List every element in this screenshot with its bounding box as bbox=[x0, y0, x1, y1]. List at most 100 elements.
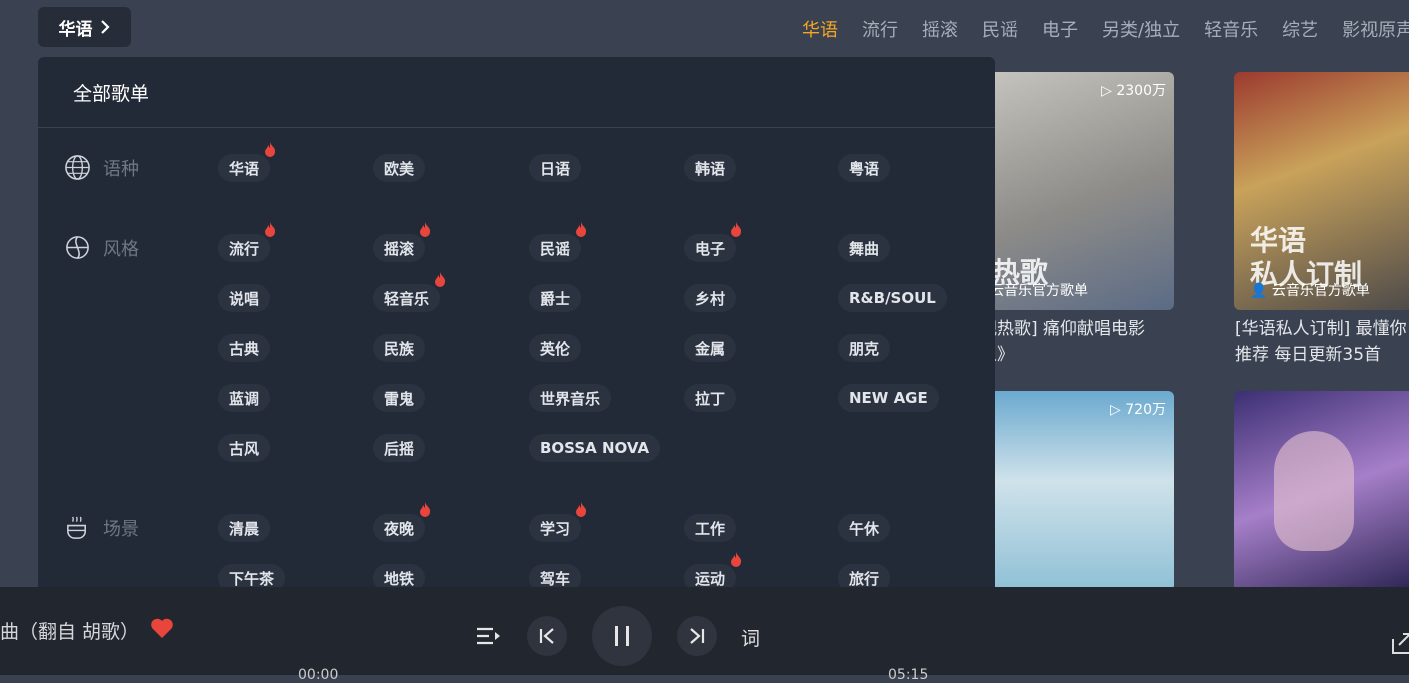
divider bbox=[38, 127, 995, 128]
hot-flame-icon bbox=[435, 272, 446, 287]
top-bar: 华语 华语 流行 摇滚 民谣 电子 另类/独立 轻音乐 综艺 影视原声 bbox=[0, 0, 1409, 56]
heart-icon[interactable] bbox=[150, 617, 174, 639]
tag[interactable]: 流行 bbox=[218, 222, 276, 262]
playlist-owner: 👤 云音乐官方歌单 bbox=[1250, 283, 1370, 299]
tag[interactable]: 学习 bbox=[529, 502, 587, 542]
play-count: ▷ 2300万 bbox=[1101, 83, 1166, 99]
tag[interactable]: 粤语 bbox=[838, 154, 891, 182]
tag-label: 拉丁 bbox=[695, 389, 726, 408]
globe-icon bbox=[65, 155, 90, 180]
nav-item[interactable]: 摇滚 bbox=[922, 16, 958, 42]
tag[interactable]: 拉丁 bbox=[684, 384, 737, 412]
playlist-title[interactable]: 视热歌] 痛仰献唱电影 人》 bbox=[980, 316, 1145, 368]
nav-item[interactable]: 轻音乐 bbox=[1204, 16, 1258, 42]
tag-label: 流行 bbox=[229, 239, 260, 258]
tag[interactable]: 民族 bbox=[373, 334, 426, 362]
playlist-card[interactable]: 华语 私人订制 👤 云音乐官方歌单 bbox=[1234, 72, 1409, 310]
chevron-right-icon bbox=[100, 20, 110, 34]
section-label-style: 风格 bbox=[64, 234, 139, 261]
pause-button[interactable] bbox=[592, 606, 652, 666]
tag-label: 朋克 bbox=[849, 339, 880, 358]
tag[interactable]: 乡村 bbox=[684, 284, 737, 312]
tag[interactable]: 摇滚 bbox=[373, 222, 431, 262]
tag-label: R&B/SOUL bbox=[849, 289, 936, 307]
tag[interactable]: 电子 bbox=[684, 222, 742, 262]
tag-label: 蓝调 bbox=[229, 389, 260, 408]
tag-label: 民族 bbox=[384, 339, 415, 358]
tag[interactable]: 轻音乐 bbox=[373, 272, 446, 312]
tag-label: 下午茶 bbox=[229, 569, 275, 588]
time-current: 00:00 bbox=[298, 667, 339, 683]
lyric-button[interactable]: 词 bbox=[741, 624, 760, 651]
tag[interactable]: 古典 bbox=[218, 334, 271, 362]
tag-label: 舞曲 bbox=[849, 239, 880, 258]
song-title[interactable]: 曲（翻自 胡歌） bbox=[0, 617, 139, 644]
tag[interactable]: 蓝调 bbox=[218, 384, 271, 412]
tag[interactable]: 日语 bbox=[529, 154, 582, 182]
tag-label: 爵士 bbox=[540, 289, 571, 308]
tag-label: 华语 bbox=[229, 159, 260, 178]
tag[interactable]: 说唱 bbox=[218, 284, 271, 312]
time-total: 05:15 bbox=[888, 667, 929, 683]
tag-label: 日语 bbox=[540, 159, 571, 178]
hot-flame-icon bbox=[265, 222, 276, 237]
tag-label: 地铁 bbox=[384, 569, 415, 588]
style-icon bbox=[66, 236, 89, 259]
section-label-language: 语种 bbox=[64, 154, 139, 181]
tag[interactable]: 后摇 bbox=[373, 434, 426, 462]
player-bar: 曲（翻自 胡歌） 词 00:00 05:15 bbox=[0, 587, 1409, 683]
category-button[interactable]: 华语 bbox=[38, 7, 131, 47]
coffee-icon bbox=[67, 516, 86, 539]
tag[interactable]: 朋克 bbox=[838, 334, 891, 362]
tag[interactable]: 古风 bbox=[218, 434, 271, 462]
tag-label: 古典 bbox=[229, 339, 260, 358]
nav-item[interactable]: 另类/独立 bbox=[1102, 16, 1180, 42]
list-icon bbox=[477, 627, 500, 645]
tag[interactable]: 英伦 bbox=[529, 334, 582, 362]
tag[interactable]: 工作 bbox=[684, 514, 737, 542]
tag[interactable]: 韩语 bbox=[684, 154, 737, 182]
tag-label: 粤语 bbox=[849, 159, 880, 178]
nav-item[interactable]: 民谣 bbox=[982, 16, 1018, 42]
tag[interactable]: 雷鬼 bbox=[373, 384, 426, 412]
tag-label: BOSSA NOVA bbox=[540, 439, 650, 457]
nav-item[interactable]: 综艺 bbox=[1282, 16, 1318, 42]
tag[interactable]: 民谣 bbox=[529, 222, 587, 262]
category-button-label: 华语 bbox=[58, 19, 93, 40]
tag-label: 韩语 bbox=[695, 159, 726, 178]
share-icon[interactable] bbox=[1391, 631, 1409, 655]
tag[interactable]: 舞曲 bbox=[838, 234, 891, 262]
nav-item[interactable]: 影视原声 bbox=[1342, 16, 1409, 42]
hot-flame-icon bbox=[731, 552, 742, 567]
playlist-owner: 云音乐官方歌单 bbox=[990, 283, 1088, 299]
nav-item[interactable]: 华语 bbox=[802, 16, 838, 42]
next-icon bbox=[690, 628, 705, 644]
tag-label: 民谣 bbox=[540, 239, 571, 258]
nav-item[interactable]: 流行 bbox=[862, 16, 898, 42]
tag[interactable]: NEW AGE bbox=[838, 384, 939, 412]
tag-label: 旅行 bbox=[849, 569, 880, 588]
tag[interactable]: BOSSA NOVA bbox=[529, 434, 661, 462]
tag-label: 世界音乐 bbox=[540, 389, 601, 408]
tag[interactable]: 清晨 bbox=[218, 514, 271, 542]
next-button[interactable] bbox=[677, 616, 717, 656]
playlist-button[interactable] bbox=[474, 623, 502, 649]
tag[interactable]: 金属 bbox=[684, 334, 737, 362]
tag[interactable]: R&B/SOUL bbox=[838, 284, 947, 312]
tag-label: 学习 bbox=[540, 519, 571, 538]
tag[interactable]: 夜晚 bbox=[373, 502, 431, 542]
section-label-scene: 场景 bbox=[64, 514, 139, 541]
tag[interactable]: 世界音乐 bbox=[529, 384, 612, 412]
tag[interactable]: 午休 bbox=[838, 514, 891, 542]
tag[interactable]: 爵士 bbox=[529, 284, 582, 312]
playlist-title[interactable]: [华语私人订制] 最懂你 推荐 每日更新35首 bbox=[1235, 316, 1407, 368]
tag-label: 英伦 bbox=[540, 339, 571, 358]
previous-button[interactable] bbox=[527, 616, 567, 656]
nav-item[interactable]: 电子 bbox=[1042, 16, 1078, 42]
tag-label: NEW AGE bbox=[849, 389, 928, 407]
tag-label: 后摇 bbox=[384, 439, 415, 458]
playlist-card[interactable] bbox=[1234, 391, 1409, 591]
tag[interactable]: 欧美 bbox=[373, 154, 426, 182]
tag[interactable]: 华语 bbox=[218, 142, 276, 182]
category-panel: 全部歌单 语种 风格 场景 华语 欧美 日语 韩语 粤语 流行 摇滚 民谣 电子 舞曲 说唱 轻音乐 爵… bbox=[38, 57, 995, 597]
